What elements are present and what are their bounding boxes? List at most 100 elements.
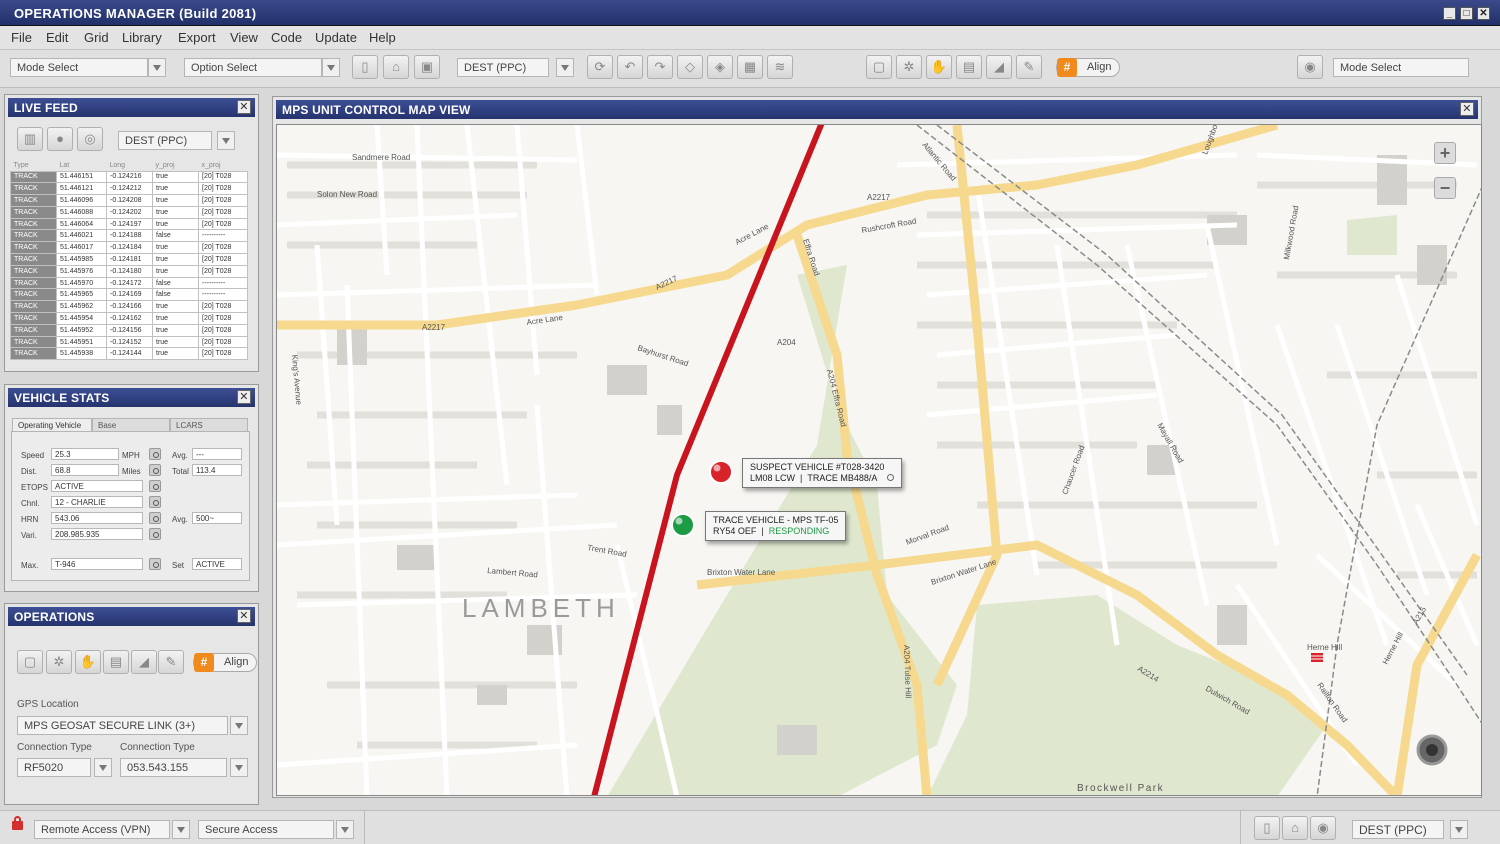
settings-icon[interactable]: [149, 528, 161, 540]
dist-field[interactable]: 68.8: [51, 464, 119, 476]
ops-align-button[interactable]: # Align: [193, 653, 258, 672]
new-file-icon[interactable]: ▯: [1254, 816, 1280, 840]
avg2-field[interactable]: 500~: [192, 512, 242, 524]
menu-code[interactable]: Code: [271, 30, 302, 45]
table-row[interactable]: TRACK 51.445962 -0.124166 true [20] T028: [10, 300, 248, 314]
settings-icon[interactable]: [149, 558, 161, 570]
cube-icon[interactable]: ◇: [677, 55, 703, 79]
target-icon[interactable]: [887, 474, 895, 481]
gps-location-dropdown[interactable]: [230, 716, 248, 735]
trace-vehicle-marker[interactable]: [671, 513, 695, 537]
table-row[interactable]: TRACK 51.446088 -0.124202 true [20] T028: [10, 205, 248, 219]
mode-select[interactable]: Mode Select: [10, 58, 148, 77]
new-file-icon[interactable]: ▯: [352, 55, 378, 79]
table-row[interactable]: TRACK 51.445954 -0.124162 true [20] T028: [10, 312, 248, 325]
menu-update[interactable]: Update: [315, 30, 357, 45]
open-folder-icon[interactable]: ⌂: [1282, 816, 1308, 840]
suspect-vehicle-marker[interactable]: [709, 460, 733, 484]
menu-export[interactable]: Export: [178, 30, 216, 45]
chip-icon[interactable]: ✲: [46, 650, 72, 674]
eraser-icon[interactable]: ◢: [131, 650, 157, 674]
webcam-icon[interactable]: ◉: [1310, 816, 1336, 840]
pen-icon[interactable]: ✎: [1016, 55, 1042, 79]
hrn-field[interactable]: 543.06: [51, 512, 143, 524]
layers-icon[interactable]: ≋: [767, 55, 793, 79]
dest-select-dropdown[interactable]: [556, 58, 574, 77]
vari-field[interactable]: 208.985.935: [51, 528, 143, 540]
disk-icon[interactable]: ▤: [956, 55, 982, 79]
menu-edit[interactable]: Edit: [46, 30, 68, 45]
connection-type-select-2[interactable]: 053.543.155: [120, 758, 227, 777]
refresh-icon[interactable]: ⟳: [587, 55, 613, 79]
compass-icon[interactable]: [1416, 734, 1448, 766]
dest-select[interactable]: DEST (PPC): [457, 58, 549, 77]
table-row[interactable]: TRACK 51.445976 -0.124180 true [20] T028: [10, 264, 248, 278]
tab-lcars[interactable]: LCARS: [170, 418, 248, 431]
link-icon[interactable]: ◎: [77, 127, 103, 151]
set-field[interactable]: ACTIVE: [192, 558, 242, 570]
tab-operating-vehicle[interactable]: Operating Vehicle: [12, 418, 92, 431]
table-row[interactable]: TRACK 51.446064 -0.124197 true [20] T028: [10, 217, 248, 231]
table-row[interactable]: TRACK 51.445970 -0.124172 false ----------: [10, 276, 248, 290]
zoom-in-button[interactable]: +: [1434, 142, 1456, 164]
total-field[interactable]: 113.4: [192, 464, 242, 476]
status-dest-dropdown[interactable]: [1450, 820, 1468, 839]
zoom-out-button[interactable]: −: [1434, 177, 1456, 199]
settings-icon[interactable]: [149, 496, 161, 508]
eraser-icon[interactable]: ◢: [986, 55, 1012, 79]
table-row[interactable]: TRACK 51.446121 -0.124212 true [20] T028: [10, 182, 248, 196]
option-select-dropdown[interactable]: [322, 58, 340, 77]
clipboard-icon[interactable]: ▢: [17, 650, 43, 674]
hand-icon[interactable]: ✋: [75, 650, 101, 674]
redo-icon[interactable]: ↷: [647, 55, 673, 79]
table-row[interactable]: TRACK 51.445938 -0.124144 true [20] T028: [10, 347, 248, 361]
connection-type-dropdown-1[interactable]: [94, 758, 112, 777]
settings-icon[interactable]: [149, 512, 161, 524]
menu-file[interactable]: File: [11, 30, 32, 45]
minimize-button[interactable]: _: [1443, 7, 1456, 20]
table-row[interactable]: TRACK 51.445952 -0.124156 true [20] T028: [10, 323, 248, 337]
table-row[interactable]: TRACK 51.446017 -0.124184 true [20] T028: [10, 241, 248, 255]
disk-icon[interactable]: ▤: [103, 650, 129, 674]
map-view[interactable]: A2217 Acre Lane A2217 A2217 Acre Lane Ef…: [276, 124, 1482, 796]
table-row[interactable]: TRACK 51.445985 -0.124181 true [20] T028: [10, 253, 248, 266]
menu-grid[interactable]: Grid: [84, 30, 109, 45]
option-select[interactable]: Option Select: [184, 58, 322, 77]
grid-icon[interactable]: ▦: [737, 55, 763, 79]
clipboard-icon[interactable]: ▢: [866, 55, 892, 79]
pen-icon[interactable]: ✎: [158, 650, 184, 674]
right-mode-select[interactable]: Mode Select: [1333, 58, 1469, 77]
open-folder-icon[interactable]: ⌂: [383, 55, 409, 79]
menu-view[interactable]: View: [230, 30, 258, 45]
close-icon[interactable]: ✕: [1460, 102, 1474, 116]
hand-icon[interactable]: ✋: [926, 55, 952, 79]
close-icon[interactable]: ✕: [237, 100, 251, 114]
secure-access-select[interactable]: Secure Access: [198, 820, 334, 839]
chnl-field[interactable]: 12 - CHARLIE: [51, 496, 143, 508]
undo-icon[interactable]: ↶: [617, 55, 643, 79]
feed-dest-select[interactable]: DEST (PPC): [118, 131, 212, 150]
connection-type-select-1[interactable]: RF5020: [17, 758, 91, 777]
avg-field[interactable]: ---: [192, 448, 242, 460]
table-row[interactable]: TRACK 51.446021 -0.124188 false ----------: [10, 229, 248, 243]
menu-help[interactable]: Help: [369, 30, 396, 45]
tab-base[interactable]: Base: [92, 418, 170, 431]
table-row[interactable]: TRACK 51.446096 -0.124208 true [20] T028: [10, 194, 248, 207]
maximize-button[interactable]: □: [1460, 7, 1473, 20]
table-row[interactable]: TRACK 51.446151 -0.124216 true [20] T028: [10, 170, 248, 184]
package-icon[interactable]: ◈: [707, 55, 733, 79]
record-icon[interactable]: ●: [47, 127, 73, 151]
table-row[interactable]: TRACK 51.445951 -0.124152 true [20] T028: [10, 335, 248, 349]
chart-icon[interactable]: ▥: [17, 127, 43, 151]
gps-location-select[interactable]: MPS GEOSAT SECURE LINK (3+): [17, 716, 228, 735]
max-field[interactable]: T-946: [51, 558, 143, 570]
webcam-icon[interactable]: ◉: [1297, 55, 1323, 79]
feed-dest-dropdown[interactable]: [217, 131, 235, 150]
close-icon[interactable]: ✕: [237, 390, 251, 404]
speed-field[interactable]: 25.3: [51, 448, 119, 460]
chip-icon[interactable]: ✲: [896, 55, 922, 79]
suspect-vehicle-callout[interactable]: SUSPECT VEHICLE #T028-3420 LM08 LCW | TR…: [742, 458, 903, 488]
save-icon[interactable]: ▣: [414, 55, 440, 79]
remote-access-select[interactable]: Remote Access (VPN): [34, 820, 170, 839]
mode-select-dropdown[interactable]: [148, 58, 166, 77]
